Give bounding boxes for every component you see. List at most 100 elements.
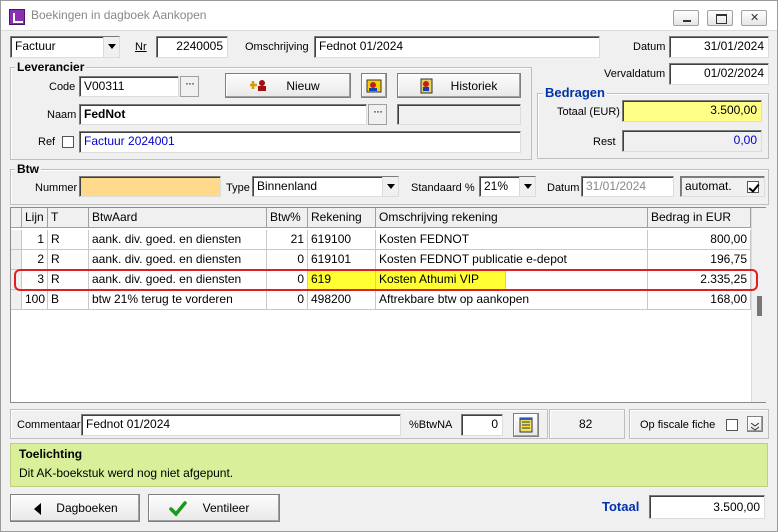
nieuw-button[interactable]: Nieuw	[225, 73, 351, 98]
btw-type-select[interactable]: Binnenland	[252, 176, 399, 197]
historiek-label: Historiek	[450, 79, 498, 93]
card-icon	[366, 78, 382, 94]
btw-nummer-field[interactable]	[79, 176, 221, 197]
standaard-label: Standaard %	[411, 182, 475, 194]
historiek-button[interactable]: Historiek	[397, 73, 521, 98]
col-bedrag[interactable]: Bedrag in EUR	[648, 208, 751, 228]
totaal-field: 3.500,00	[649, 495, 765, 519]
cell-t[interactable]: R	[48, 230, 89, 250]
btw-datum-label: Datum	[547, 182, 580, 194]
rest-label: Rest	[593, 136, 616, 148]
main-window: Boekingen in dagboek Aankopen Factuur Nr…	[0, 0, 778, 532]
nr-label: Nr	[135, 41, 147, 53]
row-selector[interactable]	[11, 290, 22, 310]
cell-btwaard[interactable]: aank. div. goed. en diensten	[89, 250, 267, 270]
cell-bedrag[interactable]: 800,00	[648, 230, 751, 250]
cell-omschrijving[interactable]: Aftrekbare btw op aankopen	[376, 290, 648, 310]
btw-datum-field[interactable]: 31/01/2024	[581, 176, 674, 197]
totaal-label: Totaal	[602, 499, 640, 514]
double-chevron-down-icon	[750, 420, 760, 431]
datum-field[interactable]: 31/01/2024	[669, 36, 769, 58]
naam-lookup-button[interactable]: ···	[368, 104, 387, 125]
commentaar-field[interactable]: Fednot 01/2024	[81, 414, 401, 436]
cell-lijn[interactable]: 1	[22, 230, 48, 250]
cell-btw[interactable]: 0	[267, 290, 308, 310]
col-btw[interactable]: Btw%	[267, 208, 308, 228]
col-btwaard[interactable]: BtwAard	[89, 208, 267, 228]
ventileer-button[interactable]: Ventileer	[148, 494, 280, 522]
omschrijving-field[interactable]: Fednot 01/2024	[314, 36, 600, 58]
app-icon	[9, 9, 25, 25]
cell-btw[interactable]: 0	[267, 250, 308, 270]
row-selector-header	[11, 208, 22, 228]
dagboeken-button[interactable]: Dagboeken	[10, 494, 140, 522]
notes-button[interactable]	[513, 413, 539, 437]
doc-type-select[interactable]: Factuur	[10, 36, 120, 58]
cell-lijn[interactable]: 100	[22, 290, 48, 310]
cell-omschrijving[interactable]: Kosten FEDNOT	[376, 230, 648, 250]
automat-checkbox[interactable]	[747, 181, 759, 193]
chevron-down-icon[interactable]	[382, 177, 398, 196]
cell-t[interactable]: B	[48, 290, 89, 310]
cell-t[interactable]: R	[48, 250, 89, 270]
col-t[interactable]: T	[48, 208, 89, 228]
chevron-down-icon[interactable]	[519, 177, 535, 196]
btw-title: Btw	[15, 162, 41, 176]
expand-button[interactable]	[747, 416, 763, 432]
title-bar: Boekingen in dagboek Aankopen	[1, 1, 777, 31]
row-selector[interactable]	[11, 250, 22, 270]
naam-label: Naam	[47, 109, 77, 121]
naam-extra-field	[397, 104, 521, 125]
col-lijn[interactable]: Lijn	[22, 208, 48, 228]
toelichting-text: Dit AK-boekstuk werd nog niet afgepunt.	[19, 466, 234, 480]
scrollbar-thumb[interactable]	[757, 296, 762, 316]
ref-field[interactable]: Factuur 2024001	[79, 131, 521, 153]
btw-type-value: Binnenland	[257, 179, 318, 193]
cell-btwaard[interactable]: aank. div. goed. en diensten	[89, 230, 267, 250]
totaal-eur-field[interactable]: 3.500,00	[622, 100, 762, 122]
notepad-icon	[518, 417, 534, 433]
booking-lines-table: Lijn T BtwAard Btw% Rekening Omschrijvin…	[10, 207, 766, 403]
row-selector[interactable]	[11, 230, 22, 250]
cell-btwaard[interactable]: btw 21% terug te vorderen	[89, 290, 267, 310]
cell-bedrag[interactable]: 168,00	[648, 290, 751, 310]
cell-rekening[interactable]: 619100	[308, 230, 376, 250]
maximize-button[interactable]	[707, 10, 733, 26]
col-omschrijving[interactable]: Omschrijving rekening	[376, 208, 648, 228]
close-button[interactable]	[741, 10, 767, 26]
check-icon	[169, 500, 187, 518]
leverancier-title: Leverancier	[15, 60, 87, 74]
toelichting-panel: Toelichting Dit AK-boekstuk werd nog nie…	[10, 443, 768, 487]
chevron-down-icon[interactable]	[103, 37, 119, 57]
fiscale-label: Op fiscale fiche	[640, 419, 716, 431]
cell-bedrag[interactable]: 196,75	[648, 250, 751, 270]
col-rekening[interactable]: Rekening	[308, 208, 376, 228]
nr-field[interactable]: 2240005	[156, 36, 228, 58]
table-scrollbar[interactable]	[751, 208, 766, 402]
btw-nummer-label: Nummer	[35, 182, 78, 194]
cell-omschrijving[interactable]: Kosten FEDNOT publicatie e-depot	[376, 250, 648, 270]
fiscale-checkbox[interactable]	[726, 419, 738, 431]
cell-rekening[interactable]: 619101	[308, 250, 376, 270]
lookup-card-button[interactable]	[361, 73, 387, 98]
omschrijving-label: Omschrijving	[245, 41, 309, 53]
cell-rekening[interactable]: 498200	[308, 290, 376, 310]
arrow-left-icon	[31, 502, 45, 516]
vervaldatum-label: Vervaldatum	[604, 68, 666, 80]
cell-lijn[interactable]: 2	[22, 250, 48, 270]
code-label: Code	[49, 81, 76, 93]
totaal-eur-label: Totaal (EUR)	[557, 106, 620, 118]
datum-label: Datum	[633, 41, 666, 53]
cell-btw[interactable]: 21	[267, 230, 308, 250]
code-lookup-button[interactable]: ···	[180, 76, 199, 97]
minimize-button[interactable]	[673, 10, 699, 26]
standaard-select[interactable]: 21%	[479, 176, 536, 197]
dagboeken-label: Dagboeken	[56, 501, 118, 515]
vervaldatum-field[interactable]: 01/02/2024	[669, 63, 769, 85]
btwna-field[interactable]: 0	[461, 414, 503, 436]
naam-field[interactable]: FedNot	[79, 104, 367, 125]
ref-checkbox[interactable]	[62, 136, 74, 148]
ventileer-label: Ventileer	[202, 501, 250, 515]
code-field[interactable]: V00311	[79, 76, 179, 97]
nieuw-label: Nieuw	[286, 79, 320, 93]
